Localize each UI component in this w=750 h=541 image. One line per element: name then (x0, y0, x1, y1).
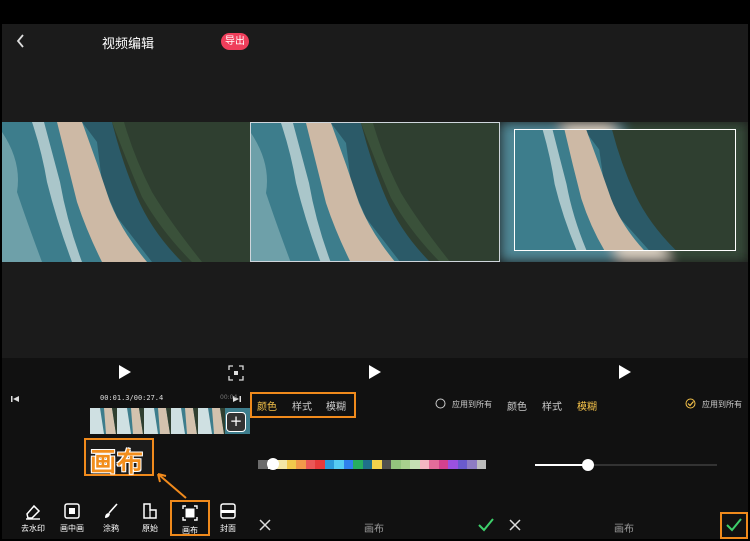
header: 视频编辑 导出 (2, 24, 748, 60)
picture-in-picture-icon (64, 503, 80, 519)
tab-blur[interactable]: 模糊 (577, 398, 597, 413)
tab-color[interactable]: 颜色 (257, 398, 277, 413)
color-swatch[interactable] (400, 460, 410, 469)
arrow-icon (157, 473, 187, 499)
video-preview-blur (500, 122, 748, 262)
color-swatch[interactable] (391, 460, 401, 469)
color-palette[interactable] (258, 460, 486, 469)
play-icon[interactable] (618, 364, 632, 380)
cover-icon (220, 503, 236, 519)
status-bar (2, 2, 748, 24)
panel-title: 画布 (364, 524, 384, 535)
color-swatch[interactable] (324, 460, 334, 469)
color-swatch[interactable] (476, 460, 486, 469)
play-icon[interactable] (368, 364, 382, 380)
tool-doodle[interactable]: 涂鸦 (91, 500, 131, 536)
palette-selector-knob[interactable] (267, 458, 279, 470)
color-swatch[interactable] (286, 460, 296, 469)
color-swatch[interactable] (457, 460, 467, 469)
tab-color[interactable]: 颜色 (507, 398, 527, 413)
close-icon[interactable] (509, 519, 521, 531)
tool-canvas[interactable]: 画布 (170, 500, 210, 536)
timeline-marker: 00:04 (220, 394, 238, 401)
close-icon[interactable] (259, 519, 271, 531)
apply-all-radio[interactable] (435, 398, 446, 409)
apply-all-label: 应用到所有 (702, 400, 742, 409)
color-swatch[interactable] (419, 460, 429, 469)
tool-original[interactable]: 原始 (130, 500, 170, 536)
color-swatch[interactable] (315, 460, 325, 469)
color-swatch[interactable] (410, 460, 420, 469)
canvas-frame-image (514, 129, 736, 251)
confirm-icon[interactable] (726, 518, 742, 532)
page-title: 视频编辑 (102, 37, 155, 52)
play-icon[interactable] (118, 364, 132, 380)
video-preview-color (250, 122, 500, 262)
original-icon (143, 503, 157, 519)
beach-aerial-image (2, 122, 250, 262)
color-swatch[interactable] (429, 460, 439, 469)
canvas-icon (182, 505, 198, 521)
callout-label: 画布 (90, 448, 145, 478)
color-swatch[interactable] (448, 460, 458, 469)
brush-icon (105, 503, 118, 518)
tab-style[interactable]: 样式 (542, 398, 562, 413)
fullscreen-icon[interactable] (228, 365, 244, 381)
tool-picture-in-picture[interactable]: 画中画 (52, 500, 92, 536)
video-preview-original (2, 122, 250, 262)
confirm-icon[interactable] (478, 518, 494, 532)
tool-remove-watermark[interactable]: 去水印 (13, 500, 53, 536)
color-swatch[interactable] (372, 460, 382, 469)
export-button[interactable]: 导出 (221, 33, 249, 50)
color-swatch[interactable] (362, 460, 372, 469)
apply-all-checked-icon[interactable] (685, 398, 696, 409)
panel-title: 画布 (614, 524, 634, 535)
blur-slider-fill (535, 464, 588, 466)
color-swatch[interactable] (334, 460, 344, 469)
add-clip-button[interactable]: + (226, 412, 246, 432)
apply-all-label: 应用到所有 (452, 400, 492, 409)
color-swatch[interactable] (467, 460, 477, 469)
color-swatch[interactable] (343, 460, 353, 469)
blur-slider-knob[interactable] (581, 459, 594, 471)
tab-blur[interactable]: 模糊 (326, 398, 346, 413)
eraser-icon (26, 504, 41, 520)
color-swatch[interactable] (305, 460, 315, 469)
beach-aerial-image (251, 123, 499, 261)
color-swatch[interactable] (438, 460, 448, 469)
color-swatch[interactable] (353, 460, 363, 469)
tool-cover[interactable]: 封面 (208, 500, 248, 536)
back-icon[interactable] (14, 32, 28, 50)
canvas-callout: 画布 (84, 438, 154, 478)
tab-style[interactable]: 样式 (292, 398, 312, 413)
playback-time: 00:01.3/00:27.4 (100, 394, 164, 402)
color-swatch[interactable] (296, 460, 306, 469)
skip-start-icon[interactable] (10, 394, 20, 404)
color-swatch[interactable] (381, 460, 391, 469)
